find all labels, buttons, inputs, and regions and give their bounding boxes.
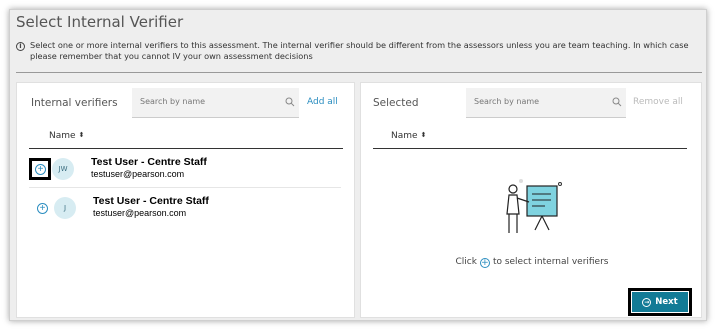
verifier-name: Test User - Centre Staff [93, 195, 209, 207]
search-placeholder: Search by name [474, 97, 540, 106]
divider [16, 72, 702, 73]
select-internal-verifier-dialog: Select Internal Verifier i Select one or… [9, 9, 707, 321]
avatar: JW [52, 158, 74, 180]
internal-verifiers-panel: Internal verifiers Search by name Add al… [16, 82, 355, 318]
selected-panel: Selected Search by name Remove all Name ⬍ [360, 82, 702, 318]
sort-icon: ⬍ [78, 131, 85, 139]
internal-verifiers-title: Internal verifiers [31, 97, 118, 109]
verifier-row: + JW Test User - Centre Staff testuser@p… [29, 152, 341, 188]
verifier-email: testuser@pearson.com [93, 208, 187, 218]
dialog-title: Select Internal Verifier [16, 13, 184, 31]
name-column-header[interactable]: Name ⬍ [391, 131, 426, 141]
arrow-circle-icon: → [642, 298, 652, 307]
next-button[interactable]: → Next [632, 292, 688, 312]
verifier-email: testuser@pearson.com [91, 169, 185, 179]
plus-circle-icon[interactable]: + [37, 203, 48, 214]
next-button-focus: → Next [628, 288, 692, 316]
name-column-header[interactable]: Name ⬍ [49, 131, 84, 141]
header-divider [373, 148, 687, 149]
search-icon [612, 97, 622, 107]
remove-all-link[interactable]: Remove all [633, 97, 683, 107]
empty-hint: Click + to select internal verifiers [361, 257, 703, 268]
search-placeholder: Search by name [140, 97, 206, 106]
row-divider [29, 187, 341, 188]
verifier-name: Test User - Centre Staff [91, 156, 207, 168]
right-search-input[interactable]: Search by name [466, 88, 626, 118]
avatar: J [54, 197, 76, 219]
sort-icon: ⬍ [420, 131, 427, 139]
name-column-label: Name [391, 131, 418, 141]
header-divider [29, 148, 343, 149]
hint-suffix: to select internal verifiers [492, 257, 609, 267]
plus-circle-icon[interactable]: + [35, 164, 46, 175]
search-icon [285, 97, 295, 107]
left-search-input[interactable]: Search by name [132, 88, 299, 118]
hint-prefix: Click [455, 257, 477, 267]
plus-circle-icon: + [479, 258, 490, 268]
next-label: Next [655, 297, 678, 307]
verifier-row: + J Test User - Centre Staff testuser@pe… [29, 191, 341, 227]
presenter-board-illustration [506, 179, 562, 233]
name-column-label: Name [49, 131, 76, 141]
info-icon: i [16, 42, 25, 51]
selected-title: Selected [373, 97, 419, 109]
info-text: Select one or more internal verifiers to… [30, 40, 689, 61]
add-all-link[interactable]: Add all [307, 97, 338, 107]
